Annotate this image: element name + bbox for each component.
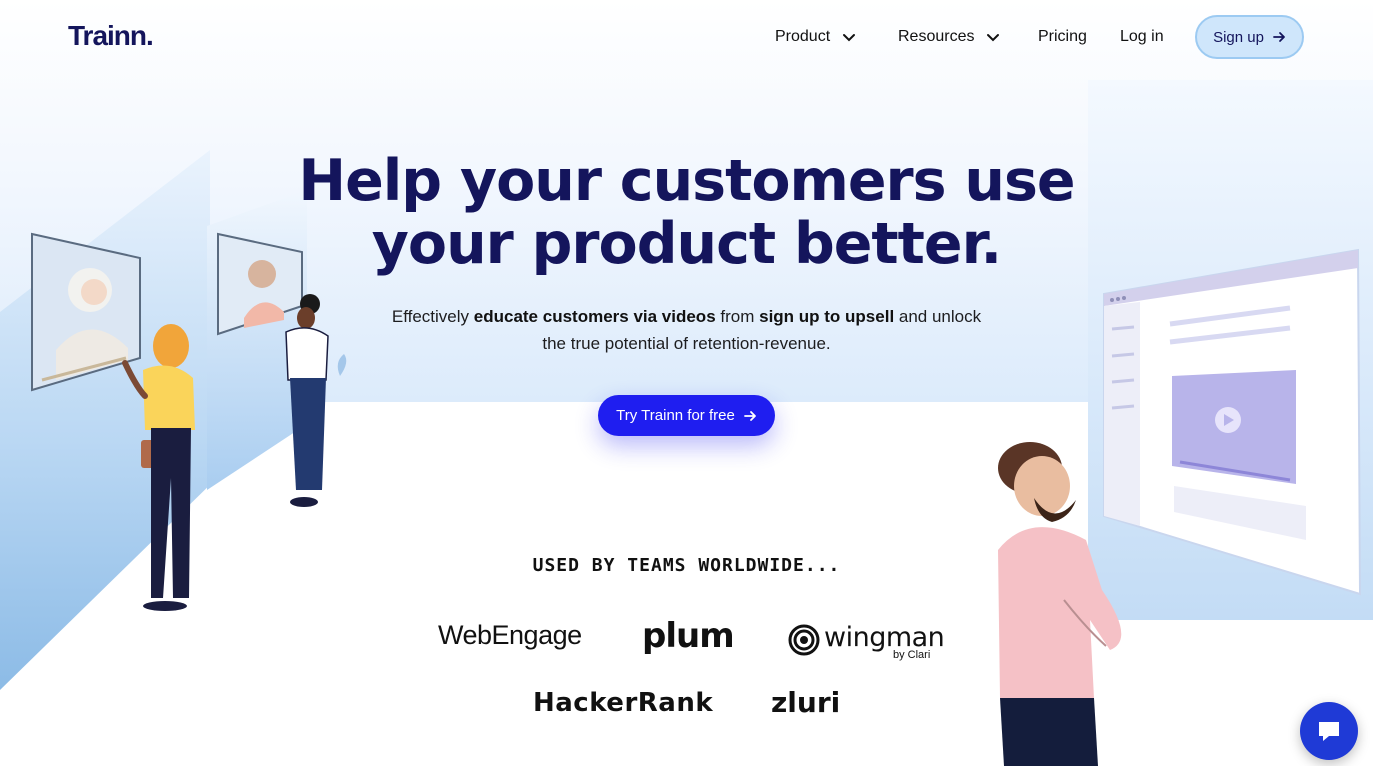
- hero-sub-bold-1: educate customers via videos: [473, 307, 716, 326]
- webengage-logo: WebEngage: [438, 620, 582, 650]
- nav-login-link[interactable]: Log in: [1120, 24, 1164, 50]
- hero-sub-text-2: from: [715, 307, 760, 326]
- nav-product-menu[interactable]: Product: [775, 24, 856, 50]
- hero-heading-line-1: Help your customers use: [298, 148, 1075, 214]
- chevron-down-icon: [987, 34, 1000, 42]
- used-by-heading: USED BY TEAMS WORLDWIDE...: [532, 555, 841, 576]
- nav-resources-label: Resources: [898, 28, 975, 45]
- hackerrank-logo: HackerRank: [533, 688, 714, 718]
- man-figure-illustration: [998, 442, 1122, 766]
- chat-bubble-icon: [1319, 722, 1339, 741]
- signup-label: Sign up: [1213, 28, 1264, 46]
- hero-heading-line-2: your product better.: [371, 211, 1002, 277]
- hero-sub-text-1: Effectively: [391, 307, 474, 326]
- woman-white-figure-illustration: [285, 294, 347, 507]
- chat-widget-button[interactable]: [1300, 702, 1358, 760]
- wingman-logo: wingman by Clari: [788, 622, 945, 661]
- top-navigation-bar: Trainn. Product Resources Pricing Log in…: [0, 0, 1373, 74]
- chevron-down-icon: [843, 34, 856, 42]
- nav-login-label: Log in: [1120, 28, 1164, 45]
- try-free-label: Try Trainn for free: [616, 407, 735, 424]
- wingman-mark-icon: [788, 624, 820, 656]
- zluri-logo: zluri: [771, 686, 841, 719]
- by-clari-text: by Clari: [893, 649, 931, 661]
- nav-pricing-link[interactable]: Pricing: [1038, 24, 1087, 50]
- hero-subheading: Effectively educate customers via videos…: [386, 303, 987, 357]
- plum-logo: plum: [642, 616, 735, 656]
- hero-heading: Help your customers use your product bet…: [290, 150, 1083, 276]
- nav-pricing-label: Pricing: [1038, 28, 1087, 45]
- hero-sub-bold-2: sign up to upsell: [759, 307, 895, 326]
- arrow-right-icon: [743, 410, 756, 421]
- nav-product-label: Product: [775, 28, 831, 45]
- nav-resources-menu[interactable]: Resources: [898, 24, 1000, 50]
- woman-yellow-figure-illustration: [122, 324, 195, 611]
- arrow-right-icon: [1273, 32, 1285, 42]
- try-free-button[interactable]: Try Trainn for free: [598, 395, 775, 436]
- main-nav: Product Resources Pricing Log in: [0, 24, 1373, 52]
- signup-button[interactable]: Sign up: [1195, 15, 1304, 59]
